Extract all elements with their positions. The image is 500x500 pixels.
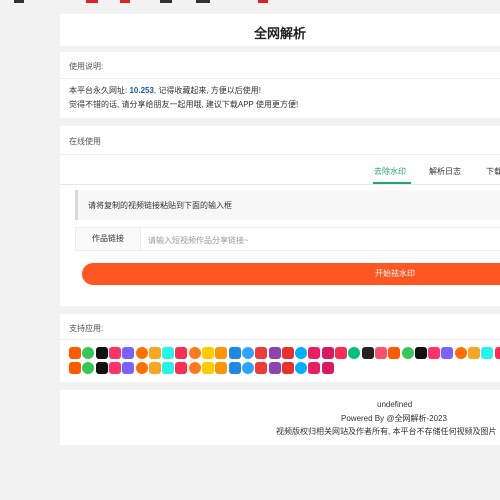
app-icons-row-1 bbox=[69, 347, 500, 361]
site-url-link[interactable]: 10.253 bbox=[129, 86, 153, 95]
strip-fragment bbox=[120, 0, 130, 3]
footer-line-1: undefined bbox=[377, 400, 413, 409]
top-strip bbox=[0, 0, 500, 4]
pinduoduo-icon bbox=[428, 347, 440, 359]
acfun-icon bbox=[441, 347, 453, 359]
quanmin-icon bbox=[229, 347, 241, 359]
kuaishou-icon bbox=[82, 347, 94, 359]
yinke-icon bbox=[82, 362, 94, 374]
divider bbox=[60, 78, 500, 79]
douyu-icon bbox=[282, 362, 294, 374]
pinpin-icon bbox=[229, 362, 241, 374]
meishe-icon bbox=[136, 362, 148, 374]
footer-panel: undefined Powered By @全网解析-2023 视频版权归相关网… bbox=[60, 390, 500, 445]
strip-fragment bbox=[160, 0, 172, 3]
notice-section-title: 使用说明: bbox=[69, 62, 104, 71]
link-input-label: 作品链接 bbox=[76, 228, 141, 250]
pinduoduo-video-icon bbox=[175, 362, 187, 374]
start-remove-watermark-button[interactable]: 开始祛水印 bbox=[82, 263, 500, 285]
start-button-label: 开始祛水印 bbox=[375, 269, 415, 278]
toutiao-icon bbox=[255, 347, 267, 359]
instruction-tip: 请将复制的视频链接粘贴到下面的输入框 bbox=[75, 190, 500, 220]
support-section-title: 支持应用: bbox=[69, 324, 104, 333]
notice-panel: 使用说明: 本平台永久网址: 10.253, 记得收藏起来, 方便以后使用! 觉… bbox=[60, 52, 500, 118]
header-panel: 全网解析 bbox=[60, 14, 500, 46]
tabs-divider bbox=[60, 184, 500, 185]
bilibili-icon bbox=[136, 347, 148, 359]
strip-fragment bbox=[14, 0, 24, 3]
link-input-row: 作品链接 bbox=[75, 227, 500, 251]
notice-line-2: 觉得不错的话, 请分享给朋友一起用哦, 建议下载APP 使用更方便! bbox=[69, 100, 299, 109]
page-title: 全网解析 bbox=[253, 26, 306, 41]
notice-line-1-prefix: 本平台永久网址: bbox=[69, 86, 130, 95]
meitu-icon bbox=[402, 347, 414, 359]
douyin-lite-icon bbox=[375, 347, 387, 359]
pipixia-icon bbox=[122, 347, 134, 359]
douyin-icon bbox=[69, 347, 81, 359]
haokan-icon bbox=[149, 347, 161, 359]
qutoutiao-icon bbox=[481, 347, 493, 359]
kuaiyin-icon bbox=[255, 362, 267, 374]
online-use-panel: 在线使用 去除水印 解析日志 下载APP 请将复制的视频链接粘贴到下面的输入框 … bbox=[60, 126, 500, 306]
instruction-tip-text: 请将复制的视频链接粘贴到下面的输入框 bbox=[88, 201, 232, 210]
quanmin-k-icon bbox=[308, 362, 320, 374]
footer-powered-by: Powered By @全网解析-2023 bbox=[341, 414, 447, 423]
tab-remove-watermark[interactable]: 去除水印 bbox=[374, 166, 406, 177]
zuiyou-icon bbox=[162, 347, 174, 359]
huoshan-icon bbox=[308, 347, 320, 359]
online-section-title: 在线使用 bbox=[69, 137, 101, 146]
qq-icon bbox=[202, 362, 214, 374]
momo-video-icon bbox=[455, 347, 467, 359]
youku-icon bbox=[189, 347, 201, 359]
weishi-red-icon bbox=[322, 362, 334, 374]
tab-parse-log[interactable]: 解析日志 bbox=[429, 166, 461, 177]
strip-fragment bbox=[258, 0, 268, 3]
footer-copyright: 视频版权归相关网站及作者所有, 本平台不存储任何视频及图片 bbox=[276, 427, 497, 436]
weishi-lite-icon bbox=[69, 362, 81, 374]
xiaokaxiu-icon bbox=[109, 362, 121, 374]
notice-line-1-suffix: , 记得收藏起来, 方便以后使用! bbox=[153, 86, 262, 95]
weishi-icon bbox=[175, 347, 187, 359]
video-link-input[interactable] bbox=[146, 230, 500, 250]
tiktok-icon bbox=[215, 347, 227, 359]
xiaoying-icon bbox=[295, 347, 307, 359]
supported-apps-panel: 支持应用: bbox=[60, 314, 500, 382]
kuaikan-icon bbox=[415, 347, 427, 359]
taobao-live-icon bbox=[215, 362, 227, 374]
strip-fragment bbox=[86, 0, 98, 3]
app-icons-row-2 bbox=[69, 362, 500, 376]
notice-line-1: 本平台永久网址: 10.253, 记得收藏起来, 方便以后使用! bbox=[69, 85, 261, 96]
capcut-icon bbox=[242, 347, 254, 359]
tantan-icon bbox=[122, 362, 134, 374]
youtube-icon bbox=[348, 347, 360, 359]
strip-fragment bbox=[196, 0, 210, 3]
tab-bar: 去除水印 解析日志 下载APP bbox=[310, 160, 500, 184]
lvzhou-icon bbox=[362, 347, 374, 359]
taobao-icon bbox=[388, 347, 400, 359]
wechat-icon bbox=[269, 362, 281, 374]
twitter-icon bbox=[149, 362, 161, 374]
tab-download-app[interactable]: 下载APP bbox=[486, 166, 500, 177]
douyin-fire-icon bbox=[96, 362, 108, 374]
huoshan-lite-icon bbox=[295, 362, 307, 374]
lofter-icon bbox=[322, 347, 334, 359]
momo-icon bbox=[269, 347, 281, 359]
divider bbox=[60, 339, 500, 340]
xiaoxiong-icon bbox=[242, 362, 254, 374]
zhihu-icon bbox=[468, 347, 480, 359]
xiaohongshu-icon bbox=[96, 347, 108, 359]
huya-icon bbox=[189, 362, 201, 374]
weibo-icon bbox=[109, 347, 121, 359]
kuaishou-lite-icon bbox=[282, 347, 294, 359]
ixigua-icon bbox=[202, 347, 214, 359]
jingdong-icon bbox=[495, 347, 500, 359]
kuaishou-live-icon bbox=[162, 362, 174, 374]
divider bbox=[60, 154, 500, 155]
meipai-icon bbox=[335, 347, 347, 359]
